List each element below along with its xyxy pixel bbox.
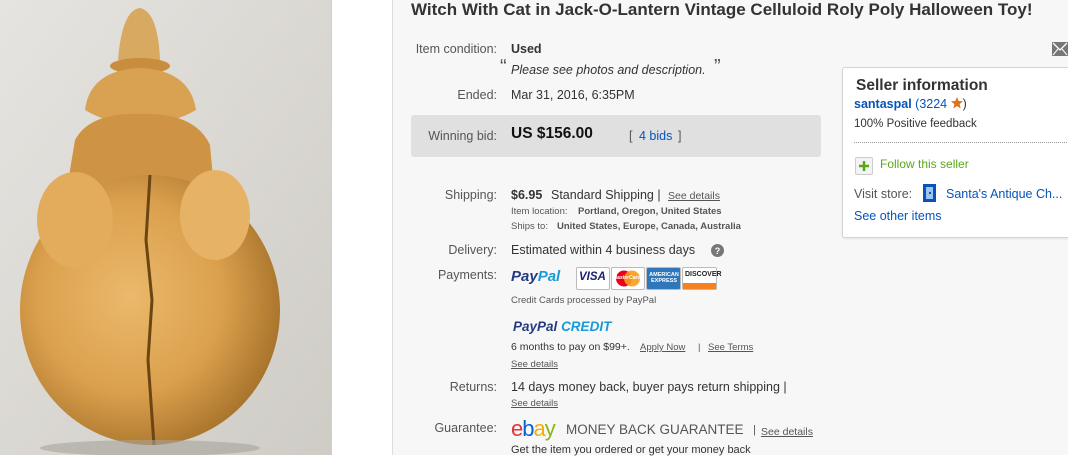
star-icon bbox=[950, 97, 963, 109]
american-express-card-icon: AMERICAN EXPRESS bbox=[646, 267, 681, 290]
item-title: Witch With Cat in Jack-O-Lantern Vintage… bbox=[411, 0, 1033, 19]
ended-value: Mar 31, 2016, 6:35PM bbox=[511, 88, 635, 102]
ships-to-value: United States, Europe, Canada, Australia bbox=[557, 221, 741, 232]
paypal-credit-logo: PayPal CREDIT bbox=[513, 319, 612, 334]
ebay-logo: ebay bbox=[511, 416, 556, 441]
guarantee-label: Guarantee: bbox=[434, 421, 497, 435]
product-photo[interactable] bbox=[0, 0, 331, 455]
shipping-method: Standard Shipping | bbox=[551, 188, 661, 202]
winning-bid-price: US $156.00 bbox=[511, 125, 593, 142]
positive-feedback-text: 100% Positive feedback bbox=[854, 118, 977, 130]
seller-name-row: santaspal (3224 ) bbox=[854, 97, 967, 111]
delivery-value: Estimated within 4 business days bbox=[511, 243, 696, 257]
payments-label: Payments: bbox=[437, 268, 497, 282]
visa-card-icon: VISA bbox=[576, 267, 610, 290]
question-circle-icon[interactable]: ? bbox=[711, 244, 724, 257]
see-terms-link[interactable]: See Terms bbox=[708, 342, 753, 353]
returns-details-link[interactable]: See details bbox=[511, 398, 558, 409]
store-name-link[interactable]: Santa's Antique Ch... bbox=[946, 187, 1062, 201]
store-door-icon bbox=[923, 184, 936, 202]
follow-seller-link[interactable]: Follow this seller bbox=[880, 157, 969, 171]
feedback-score-link[interactable]: (3224 bbox=[915, 97, 947, 111]
ended-label: Ended: bbox=[457, 88, 497, 102]
seller-info-panel: Seller information santaspal (3224 ) 100… bbox=[842, 67, 1068, 238]
plus-icon[interactable] bbox=[855, 157, 873, 175]
guarantee-details-link[interactable]: See details bbox=[761, 426, 813, 438]
ships-to-label: Ships to: bbox=[511, 221, 548, 232]
delivery-label: Delivery: bbox=[448, 243, 497, 257]
condition-value: Used bbox=[511, 42, 542, 56]
bids-link[interactable]: 4 bids bbox=[639, 129, 672, 143]
product-photo-image bbox=[0, 0, 331, 455]
quote-open: “ bbox=[500, 56, 507, 78]
svg-text:?: ? bbox=[715, 246, 721, 256]
bids-bracket-open: [ bbox=[629, 129, 633, 143]
payments-details-link[interactable]: See details bbox=[511, 359, 558, 370]
condition-label: Item condition: bbox=[415, 42, 497, 56]
seller-info-heading: Seller information bbox=[856, 77, 988, 94]
winning-bid-label: Winning bid: bbox=[428, 129, 497, 143]
envelope-icon[interactable] bbox=[1052, 42, 1068, 56]
shipping-price: $6.95 bbox=[511, 188, 543, 202]
separator: | bbox=[753, 424, 756, 436]
guarantee-subtext: Get the item you ordered or get your mon… bbox=[511, 444, 751, 456]
seller-name-link[interactable]: santaspal bbox=[854, 97, 912, 111]
paypal-logo: PayPal bbox=[511, 268, 561, 285]
quote-close: ” bbox=[714, 56, 721, 78]
item-location-value: Portland, Oregon, United States bbox=[578, 206, 722, 217]
discover-card-icon: DISCOVER bbox=[682, 267, 722, 290]
returns-value: 14 days money back, buyer pays return sh… bbox=[511, 380, 787, 394]
visit-store-label: Visit store: bbox=[854, 187, 913, 201]
card-processing-note: Credit Cards processed by PayPal bbox=[511, 295, 657, 306]
divider bbox=[854, 142, 1068, 143]
apply-now-link[interactable]: Apply Now bbox=[640, 342, 685, 353]
shipping-details-link[interactable]: See details bbox=[668, 190, 720, 202]
mastercard-icon: MasterCard bbox=[611, 267, 645, 290]
item-location-label: Item location: bbox=[511, 206, 568, 217]
returns-label: Returns: bbox=[449, 380, 497, 394]
paypal-credit-terms: 6 months to pay on $99+. bbox=[511, 341, 630, 353]
separator: | bbox=[698, 342, 701, 353]
money-back-guarantee-text: MONEY BACK GUARANTEE bbox=[566, 422, 744, 437]
see-other-items-link[interactable]: See other items bbox=[854, 209, 942, 223]
bids-bracket-close: ] bbox=[678, 129, 682, 143]
shipping-label: Shipping: bbox=[444, 188, 497, 202]
condition-note: Please see photos and description. bbox=[511, 63, 706, 77]
